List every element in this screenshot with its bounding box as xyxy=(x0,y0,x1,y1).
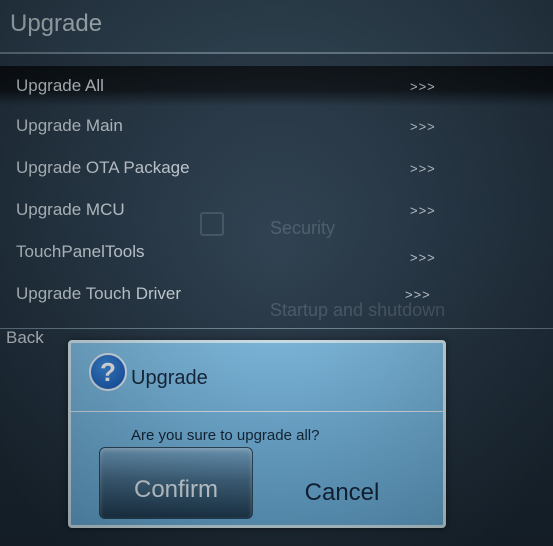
menu-item-label: Upgrade All xyxy=(16,76,104,95)
menu-item-touchpaneltools[interactable]: TouchPanelTools >>> xyxy=(0,232,553,272)
menu-item-upgrade-ota[interactable]: Upgrade OTA Package >>> xyxy=(0,148,553,188)
confirm-button-label: Confirm xyxy=(133,476,218,503)
menu-item-arrow: >>> xyxy=(410,79,436,94)
menu-item-upgrade-all[interactable]: Upgrade All >>> xyxy=(0,66,553,106)
menu-item-label: Upgrade MCU xyxy=(16,200,125,219)
page-title: Upgrade xyxy=(10,10,103,37)
upgrade-confirm-dialog: ? Upgrade Are you sure to upgrade all? C… xyxy=(68,340,446,528)
menu-item-label: TouchPanelTools xyxy=(16,242,145,261)
dialog-message: Are you sure to upgrade all? xyxy=(131,427,320,444)
menu-item-arrow: >>> xyxy=(410,161,436,176)
question-icon: ? xyxy=(89,353,127,391)
menu-item-label: Upgrade Main xyxy=(16,116,123,135)
menu-item-upgrade-mcu[interactable]: Upgrade MCU >>> xyxy=(0,190,553,230)
menu-item-upgrade-touch-driver[interactable]: Upgrade Touch Driver >>> xyxy=(0,274,553,314)
title-bar: Upgrade xyxy=(0,0,553,54)
dialog-divider xyxy=(71,411,443,412)
confirm-button[interactable]: Confirm xyxy=(99,447,253,519)
menu-item-arrow: >>> xyxy=(405,287,431,302)
menu-item-upgrade-main[interactable]: Upgrade Main >>> xyxy=(0,106,553,146)
cancel-button-label: Cancel xyxy=(304,479,380,506)
dialog-title: Upgrade xyxy=(131,367,208,389)
menu-item-label: Upgrade Touch Driver xyxy=(16,284,182,303)
tv-screen: Upgrade Security Startup and shutdown Up… xyxy=(0,0,553,546)
menu-item-label: Upgrade OTA Package xyxy=(16,158,190,177)
menu-item-arrow: >>> xyxy=(410,203,436,218)
cancel-button[interactable]: Cancel xyxy=(267,447,417,517)
menu-item-arrow: >>> xyxy=(410,119,436,134)
menu-item-label: Back xyxy=(6,328,44,347)
menu-item-arrow: >>> xyxy=(410,250,436,265)
